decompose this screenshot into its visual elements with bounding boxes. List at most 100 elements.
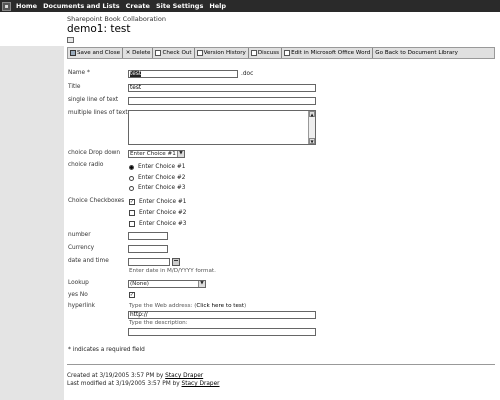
yesno-label: yes No (68, 292, 88, 298)
header-left-blank (0, 12, 64, 46)
version-history-icon (196, 50, 203, 56)
footer-divider (67, 364, 495, 365)
go-back-label: Go Back to Document Library (375, 50, 458, 56)
document-icon (67, 37, 74, 43)
number-input[interactable] (128, 232, 168, 240)
radio-button[interactable] (129, 175, 134, 181)
name-value: test (130, 71, 142, 77)
hyperlink-description-input[interactable] (128, 328, 316, 336)
checkboxes-label: Choice Checkboxes (68, 198, 125, 204)
textarea-scrollbar[interactable]: ▲ ▼ (308, 111, 315, 144)
date-format-hint: Enter date in M/D/YYYY format. (129, 268, 216, 274)
sharepoint-logo-icon: ▪ (2, 1, 11, 11)
chevron-down-icon: ▼ (198, 281, 205, 287)
test-link[interactable]: Click here to test (196, 303, 244, 309)
date-label: date and time (68, 258, 109, 264)
yesno-checkbox[interactable]: ✓ (129, 292, 135, 298)
radio-option-label: Enter Choice #2 (138, 175, 186, 181)
number-label: number (68, 232, 91, 238)
radio-option-1[interactable]: Enter Choice #1 (129, 164, 185, 170)
delete-button[interactable]: ✕ Delete (123, 48, 154, 58)
lookup-select[interactable]: (None) ▼ (128, 280, 206, 288)
scroll-down-icon[interactable]: ▼ (309, 138, 315, 144)
lookup-value: (None) (130, 281, 149, 287)
check-out-button[interactable]: Check Out (153, 48, 195, 58)
top-navigation-bar: ▪ Home Documents and Lists Create Site S… (0, 0, 500, 12)
checkbox[interactable] (129, 210, 135, 216)
title-input[interactable]: test (128, 84, 316, 92)
calendar-icon[interactable] (172, 258, 180, 266)
save-and-close-label: Save and Close (77, 50, 121, 56)
modified-info: Last modified at 3/19/2005 3:57 PM by St… (67, 381, 220, 387)
name-label: Name * (68, 70, 90, 76)
hyperlink-url-input[interactable]: http:// (128, 311, 316, 319)
checkbox[interactable] (129, 221, 135, 227)
nav-site-settings[interactable]: Site Settings (156, 2, 203, 10)
checkbox-option-label: Enter Choice #2 (139, 210, 187, 216)
edit-in-word-button[interactable]: Edit in Microsoft Office Word (282, 48, 374, 58)
created-info: Created at 3/19/2005 3:57 PM by Stacy Dr… (67, 373, 203, 379)
nav-create[interactable]: Create (126, 2, 150, 10)
required-field-note: * indicates a required field (68, 347, 145, 353)
hyperlink-label: hyperlink (68, 303, 95, 309)
nav-home[interactable]: Home (16, 2, 37, 10)
radio-option-label: Enter Choice #1 (138, 164, 186, 170)
nav-help[interactable]: Help (209, 2, 226, 10)
word-icon (284, 50, 291, 56)
choice-dropdown[interactable]: Enter Choice #1 ▼ (128, 150, 185, 158)
edit-in-word-label: Edit in Microsoft Office Word (291, 50, 371, 56)
check-out-icon (155, 50, 162, 56)
scroll-up-icon[interactable]: ▲ (309, 111, 315, 117)
single-line-label: single line of text (68, 97, 119, 103)
save-icon (70, 50, 76, 56)
date-input[interactable] (128, 258, 170, 266)
radio-option-3[interactable]: Enter Choice #3 (129, 185, 185, 191)
url-hint-text: Type the Web address: ( (129, 303, 197, 309)
radio-button[interactable] (129, 185, 134, 191)
delete-icon: ✕ (125, 50, 131, 56)
created-by-link[interactable]: Stacy Draper (165, 373, 203, 379)
modified-text: Last modified at 3/19/2005 3:57 PM by (67, 381, 182, 387)
save-and-close-button[interactable]: Save and Close (68, 48, 124, 58)
single-line-input[interactable] (128, 97, 316, 105)
checkbox[interactable]: ✓ (129, 199, 135, 205)
discuss-button[interactable]: Discuss (249, 48, 283, 58)
multi-line-label: multiple lines of text (68, 110, 128, 116)
hyperlink-description-hint: Type the description: (129, 320, 188, 326)
currency-label: Currency (68, 245, 95, 251)
toolbar: Save and Close ✕ Delete Check Out Versio… (67, 47, 495, 59)
go-back-button[interactable]: Go Back to Document Library (373, 48, 460, 58)
radio-button[interactable] (129, 164, 134, 170)
checkbox-option-label: Enter Choice #3 (139, 221, 187, 227)
checkbox-option-label: Enter Choice #1 (139, 199, 187, 205)
site-name: Sharepoint Book Collaboration (67, 15, 166, 23)
name-input[interactable]: test (128, 70, 238, 78)
title-label: Title (68, 84, 81, 90)
lookup-label: Lookup (68, 280, 89, 286)
modified-by-link[interactable]: Stacy Draper (182, 381, 220, 387)
version-history-button[interactable]: Version History (195, 48, 249, 58)
discuss-icon (250, 50, 257, 56)
created-text: Created at 3/19/2005 3:57 PM by (67, 373, 166, 379)
yesno-checkbox-wrap[interactable]: ✓ (129, 292, 139, 298)
dropdown-label: choice Drop down (68, 150, 121, 156)
check-out-label: Check Out (162, 50, 192, 56)
checkbox-option-2[interactable]: Enter Choice #2 (129, 210, 186, 216)
delete-label: Delete (132, 50, 151, 56)
nav-documents-and-lists[interactable]: Documents and Lists (43, 2, 120, 10)
currency-input[interactable] (128, 245, 168, 253)
url-hint-end: ) (244, 303, 247, 309)
checkbox-option-1[interactable]: ✓ Enter Choice #1 (129, 199, 186, 205)
checkbox-option-3[interactable]: Enter Choice #3 (129, 221, 186, 227)
discuss-label: Discuss (257, 50, 280, 56)
name-suffix: .doc (241, 71, 254, 77)
radio-option-label: Enter Choice #3 (138, 185, 186, 191)
multi-line-textarea[interactable]: ▲ ▼ (128, 110, 316, 145)
chevron-down-icon: ▼ (177, 151, 184, 157)
hyperlink-url-hint: Type the Web address: (Click here to tes… (129, 303, 246, 309)
dropdown-value: Enter Choice #1 (130, 151, 176, 157)
left-navigation-pane (0, 46, 64, 400)
page-title: demo1: test (67, 23, 131, 35)
version-history-label: Version History (203, 50, 246, 56)
radio-option-2[interactable]: Enter Choice #2 (129, 175, 185, 181)
